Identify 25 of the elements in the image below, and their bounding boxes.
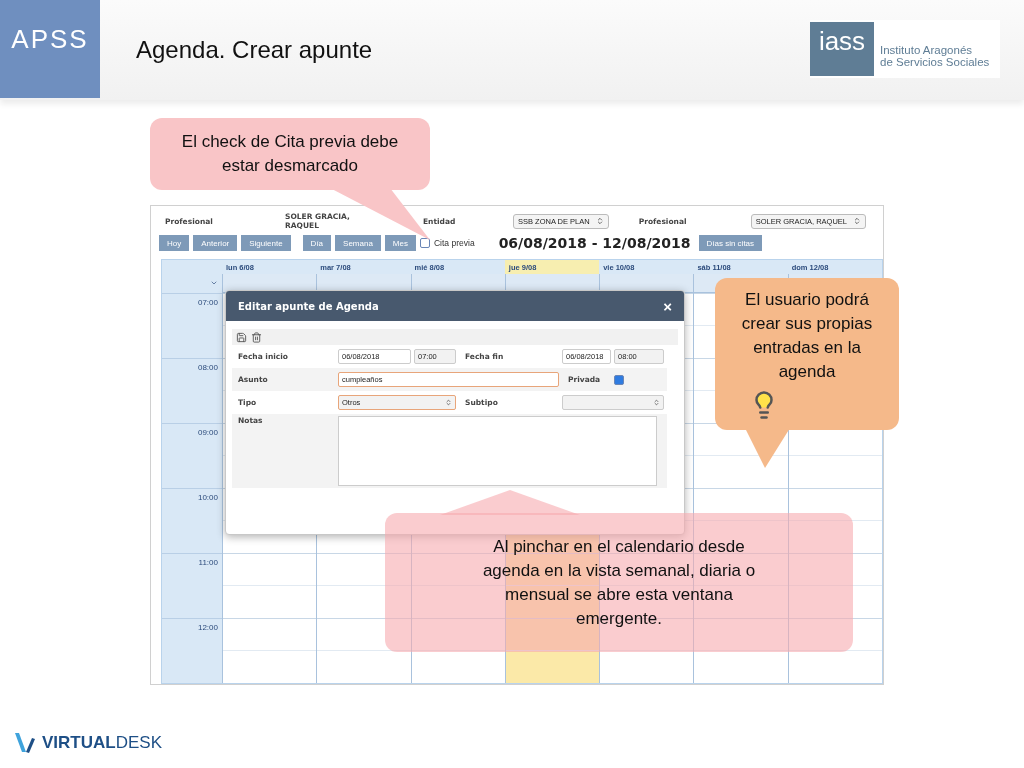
checkbox-label: Cita previa	[434, 238, 475, 248]
save-icon[interactable]	[236, 331, 247, 343]
select-arrows-icon	[595, 217, 604, 225]
select-arrows-icon	[853, 217, 861, 225]
select-arrows-icon	[445, 399, 452, 406]
modal-title: Editar apunte de Agenda	[238, 300, 379, 312]
brand-name: VIRTUAL	[42, 733, 116, 753]
trash-icon[interactable]	[251, 331, 262, 343]
logo-mark: iass	[810, 22, 874, 76]
select-arrows-icon	[653, 399, 660, 406]
close-button[interactable]: ×	[663, 297, 672, 315]
checkbox[interactable]	[614, 374, 624, 385]
callout-text: El usuario podrá crear sus propias entradas en la agenda	[740, 289, 874, 383]
date-range: 06/08/2018 - 12/08/2018	[498, 235, 691, 251]
caret-icon[interactable]	[210, 279, 218, 287]
section-badge: APSS	[0, 0, 100, 98]
slide-title: Agenda. Crear apunte	[136, 36, 374, 64]
logo-text: de Servicios Sociales	[880, 56, 990, 68]
callout-text: El check de Cita previa debe estar desmarcado	[180, 131, 400, 177]
callout-text: Al pinchar en el calendario desde agenda en la vista semanal, diaria o mensual se abre esta ventana emergente.	[481, 535, 757, 630]
checkbox[interactable]	[420, 238, 430, 248]
notes-field[interactable]	[338, 416, 657, 486]
brand-logo-icon	[12, 730, 38, 756]
logo-text: Instituto Aragonés	[880, 44, 974, 56]
brand-name: DESK	[115, 733, 162, 753]
